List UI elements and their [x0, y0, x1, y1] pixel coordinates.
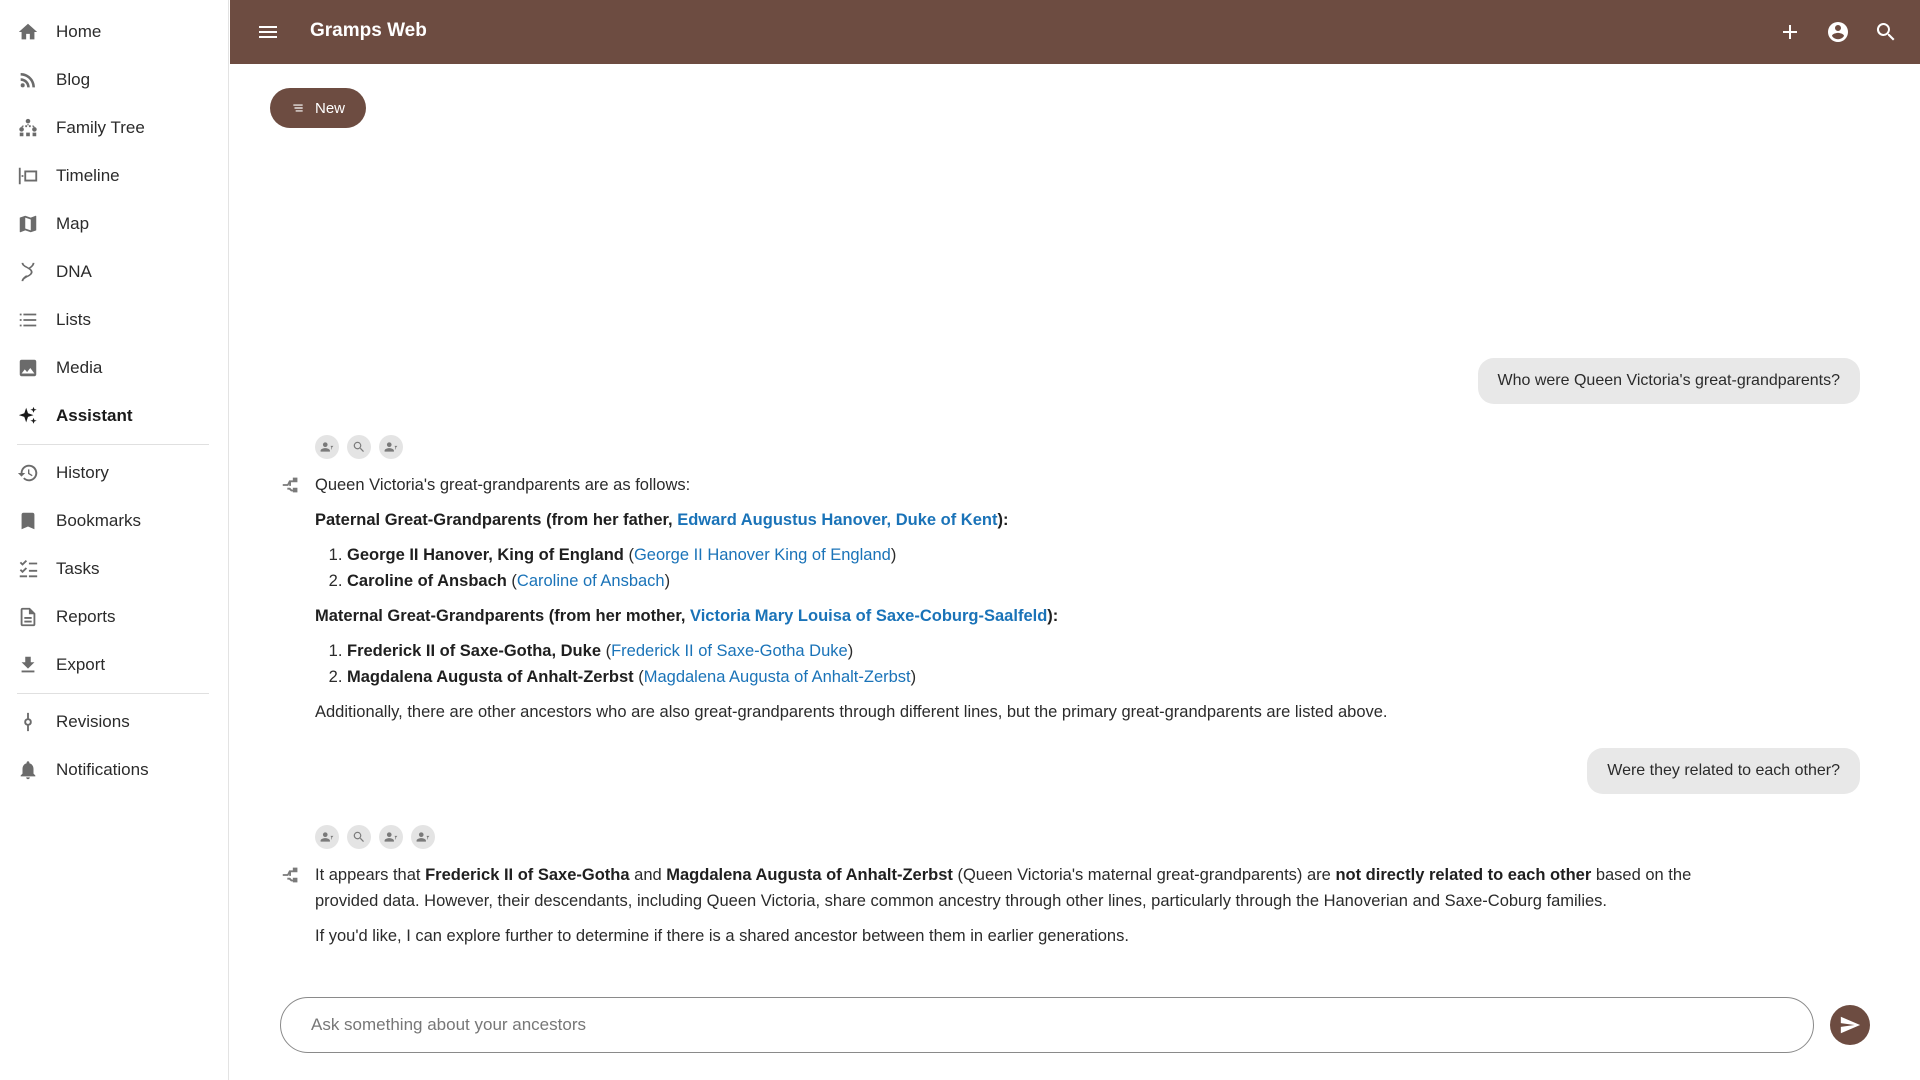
new-chat-button[interactable]: New — [270, 88, 366, 128]
home-icon — [17, 21, 39, 43]
sidebar: Home Blog Family Tree Timeline Map DNA L… — [0, 0, 229, 1080]
send-icon — [1840, 1016, 1861, 1034]
tool-call-row — [315, 435, 403, 459]
answer-paragraph: If you'd like, I can explore further to … — [315, 927, 1129, 945]
sidebar-item-media[interactable]: Media — [0, 348, 229, 388]
commit-icon — [17, 711, 39, 733]
sidebar-item-blog[interactable]: Blog — [0, 60, 229, 100]
sidebar-item-home[interactable]: Home — [0, 12, 229, 52]
answer-intro: Queen Victoria's great-grandparents are … — [315, 476, 691, 494]
sidebar-item-label: Tasks — [56, 559, 100, 578]
dna-icon — [17, 261, 39, 283]
paternal-heading: Paternal Great-Grandparents (from her fa… — [315, 511, 1009, 529]
menu-icon[interactable] — [254, 18, 282, 46]
assistant-avatar-icon — [280, 864, 302, 886]
answer-paragraph: It appears that Frederick II of Saxe-Got… — [315, 866, 1692, 910]
sidebar-item-lists[interactable]: Lists — [0, 300, 229, 340]
sidebar-item-label: Export — [56, 655, 106, 674]
maternal-list: Frederick II of Saxe-Gotha, Duke (Freder… — [347, 638, 1735, 690]
chat-input-container — [280, 997, 1814, 1053]
person-filter-icon[interactable] — [315, 825, 339, 849]
sidebar-item-label: Revisions — [56, 712, 130, 731]
sidebar-item-label: Lists — [56, 310, 91, 329]
person-link[interactable]: Magdalena Augusta of Anhalt-Zerbst — [644, 668, 911, 686]
sidebar-item-assistant[interactable]: Assistant — [0, 396, 229, 436]
sidebar-item-notifications[interactable]: Notifications — [0, 750, 229, 790]
person-link[interactable]: Frederick II of Saxe-Gotha Duke — [611, 642, 848, 660]
sidebar-item-tasks[interactable]: Tasks — [0, 549, 229, 589]
user-message: Who were Queen Victoria's great-grandpar… — [1477, 358, 1860, 404]
sidebar-item-reports[interactable]: Reports — [0, 597, 229, 637]
user-message-text: Were they related to each other? — [1607, 762, 1840, 779]
search-tool-icon[interactable] — [347, 825, 371, 849]
person-filter-icon[interactable] — [379, 435, 403, 459]
app-title: Gramps Web — [310, 20, 427, 41]
send-button[interactable] — [1830, 1005, 1870, 1045]
map-icon — [17, 213, 39, 235]
sidebar-item-label: Timeline — [56, 166, 120, 185]
search-icon[interactable] — [1872, 18, 1900, 46]
sidebar-item-label: DNA — [56, 262, 92, 281]
chat-input[interactable] — [281, 998, 1813, 1052]
rss-icon — [17, 69, 39, 91]
sidebar-item-map[interactable]: Map — [0, 204, 229, 244]
user-message-text: Who were Queen Victoria's great-grandpar… — [1497, 372, 1841, 389]
sidebar-item-label: Media — [56, 358, 103, 377]
assistant-message: Queen Victoria's great-grandparents are … — [315, 472, 1735, 734]
person-filter-icon[interactable] — [315, 435, 339, 459]
sidebar-item-history[interactable]: History — [0, 453, 229, 493]
sidebar-item-label: Map — [56, 214, 90, 233]
person-link[interactable]: George II Hanover King of England — [634, 546, 891, 564]
sidebar-item-timeline[interactable]: Timeline — [0, 156, 229, 196]
sidebar-item-label: Notifications — [56, 760, 149, 779]
list-item: Magdalena Augusta of Anhalt-Zerbst (Magd… — [347, 664, 1735, 690]
timeline-icon — [17, 165, 39, 187]
history-icon — [17, 462, 39, 484]
family-tree-icon — [17, 117, 39, 139]
image-icon — [17, 357, 39, 379]
account-icon[interactable] — [1824, 18, 1852, 46]
report-icon — [17, 606, 39, 628]
sidebar-divider — [17, 693, 209, 694]
sidebar-item-label: History — [56, 463, 109, 482]
list-item: Frederick II of Saxe-Gotha, Duke (Freder… — [347, 638, 1735, 664]
list-icon — [17, 309, 39, 331]
search-tool-icon[interactable] — [347, 435, 371, 459]
checklist-icon — [17, 558, 39, 580]
person-link[interactable]: Edward Augustus Hanover, Duke of Kent — [677, 511, 997, 529]
user-message: Were they related to each other? — [1587, 748, 1860, 794]
sidebar-item-family-tree[interactable]: Family Tree — [0, 108, 229, 148]
sidebar-item-label: Family Tree — [56, 118, 145, 137]
person-filter-icon[interactable] — [411, 825, 435, 849]
sidebar-item-label: Bookmarks — [56, 511, 142, 530]
list-item: George II Hanover, King of England (Geor… — [347, 542, 1735, 568]
person-link[interactable]: Victoria Mary Louisa of Saxe-Coburg-Saal… — [690, 607, 1047, 625]
list-item: Caroline of Ansbach (Caroline of Ansbach… — [347, 568, 1735, 594]
download-icon — [17, 654, 39, 676]
sidebar-divider — [17, 444, 209, 445]
sidebar-item-bookmarks[interactable]: Bookmarks — [0, 501, 229, 541]
bell-icon — [17, 759, 39, 781]
tool-call-row — [315, 825, 435, 849]
sidebar-item-revisions[interactable]: Revisions — [0, 702, 229, 742]
sidebar-item-label: Blog — [56, 70, 91, 89]
maternal-heading: Maternal Great-Grandparents (from her mo… — [315, 607, 1059, 625]
notes-icon — [293, 104, 303, 112]
answer-closing: Additionally, there are other ancestors … — [315, 703, 1388, 721]
new-chat-label: New — [314, 99, 345, 117]
assistant-message: It appears that Frederick II of Saxe-Got… — [315, 862, 1755, 958]
top-app-bar: Gramps Web — [230, 0, 1920, 64]
add-icon[interactable] — [1776, 18, 1804, 46]
sidebar-item-label: Home — [56, 22, 102, 41]
sidebar-item-label: Reports — [56, 607, 116, 626]
assistant-avatar-icon — [280, 474, 302, 496]
sidebar-item-label: Assistant — [56, 406, 133, 425]
sidebar-item-export[interactable]: Export — [0, 645, 229, 685]
person-link[interactable]: Caroline of Ansbach — [517, 572, 665, 590]
sparkle-icon — [17, 405, 39, 427]
sidebar-item-dna[interactable]: DNA — [0, 252, 229, 292]
bookmark-icon — [17, 510, 39, 532]
person-filter-icon[interactable] — [379, 825, 403, 849]
paternal-list: George II Hanover, King of England (Geor… — [347, 542, 1735, 594]
